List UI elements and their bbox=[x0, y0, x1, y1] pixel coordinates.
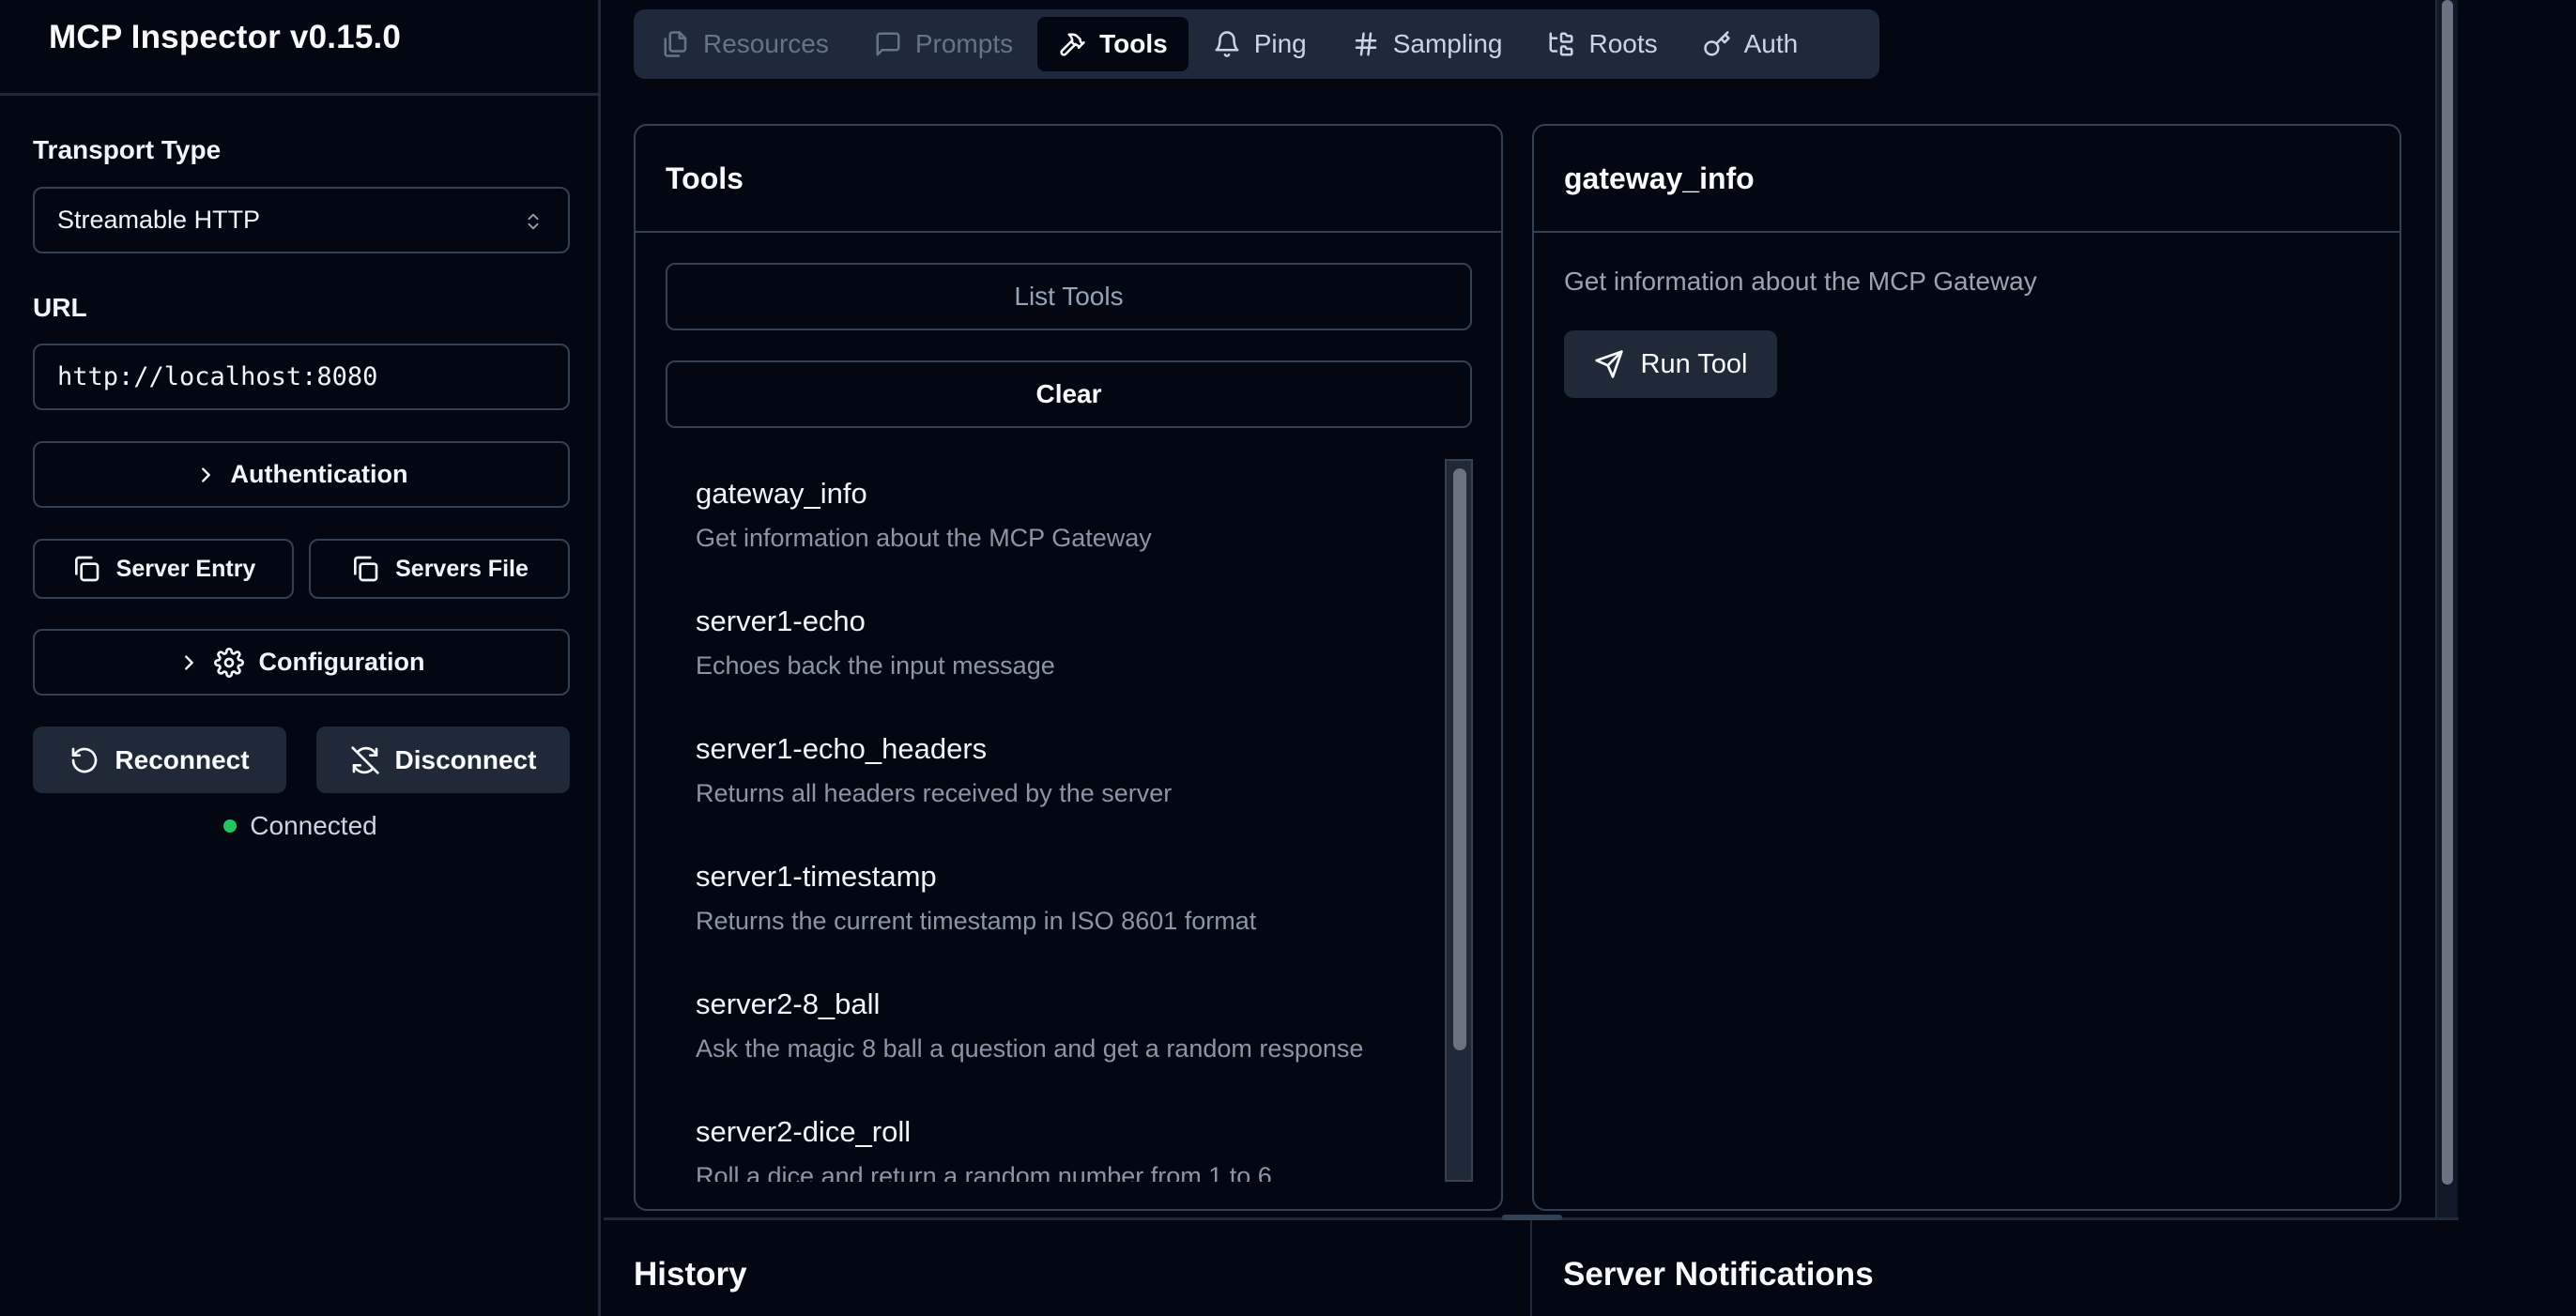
key-icon bbox=[1703, 30, 1731, 58]
rotate-ccw-icon bbox=[69, 745, 100, 775]
servers-file-button[interactable]: Servers File bbox=[309, 539, 570, 599]
bottom-divider bbox=[1530, 1220, 1532, 1316]
chevron-right-icon bbox=[178, 652, 199, 673]
server-entry-button[interactable]: Server Entry bbox=[33, 539, 294, 599]
list-item[interactable]: server2-8_ball Ask the magic 8 ball a qu… bbox=[696, 987, 1428, 1064]
server-entry-label: Server Entry bbox=[115, 555, 256, 582]
sidebar-divider bbox=[0, 93, 601, 96]
tool-name: server2-dice_roll bbox=[696, 1115, 912, 1148]
copy-icon bbox=[350, 554, 380, 584]
list-item[interactable]: server1-echo Echoes back the input messa… bbox=[696, 604, 1428, 681]
url-label: URL bbox=[33, 293, 87, 322]
hash-icon bbox=[1352, 30, 1380, 58]
tool-detail-panel: gateway_info Get information about the M… bbox=[1532, 124, 2401, 1211]
tab-sampling[interactable]: Sampling bbox=[1331, 17, 1524, 71]
tab-tools[interactable]: Tools bbox=[1037, 17, 1188, 71]
disconnect-button[interactable]: Disconnect bbox=[316, 727, 570, 793]
list-tools-button[interactable]: List Tools bbox=[666, 263, 1472, 330]
transport-type-select[interactable]: Streamable HTTP bbox=[33, 187, 570, 253]
connection-status: Connected bbox=[0, 811, 601, 841]
tool-name: server1-echo bbox=[696, 604, 866, 637]
message-square-icon bbox=[874, 30, 902, 58]
run-tool-label: Run Tool bbox=[1640, 348, 1748, 379]
tab-label: Roots bbox=[1588, 29, 1658, 58]
tool-name: server1-timestamp bbox=[696, 860, 937, 893]
transport-type-label: Transport Type bbox=[33, 135, 222, 164]
tab-bar: Resources Prompts Tools Ping Sampling Ro… bbox=[634, 9, 1879, 79]
transport-type-value: Streamable HTTP bbox=[57, 206, 261, 234]
tool-detail-title: gateway_info bbox=[1534, 126, 2400, 233]
copy-icon bbox=[71, 554, 101, 584]
send-icon bbox=[1594, 349, 1624, 379]
disconnect-label: Disconnect bbox=[394, 744, 537, 774]
tab-label: Sampling bbox=[1392, 29, 1503, 58]
files-icon bbox=[662, 30, 690, 58]
status-dot bbox=[223, 819, 238, 833]
tool-description: Roll a dice and return a random number f… bbox=[696, 1162, 1272, 1182]
tool-list-scrollbar[interactable] bbox=[1445, 459, 1473, 1182]
url-input[interactable]: http://localhost:8080 bbox=[33, 344, 570, 410]
tab-label: Tools bbox=[1099, 29, 1168, 58]
gear-icon bbox=[213, 647, 244, 678]
tab-label: Ping bbox=[1253, 29, 1307, 58]
tools-panel: Tools List Tools Clear gateway_info Get … bbox=[634, 124, 1503, 1211]
tab-ping[interactable]: Ping bbox=[1192, 17, 1327, 71]
list-item[interactable]: server2-dice_roll Roll a dice and return… bbox=[696, 1115, 1428, 1182]
tool-name: server2-8_ball bbox=[696, 987, 881, 1020]
clear-button[interactable]: Clear bbox=[666, 360, 1472, 428]
reconnect-label: Reconnect bbox=[115, 744, 250, 774]
list-item[interactable]: gateway_info Get information about the M… bbox=[696, 477, 1428, 553]
tool-name: gateway_info bbox=[696, 477, 867, 510]
configuration-button[interactable]: Configuration bbox=[33, 629, 570, 696]
refresh-cw-off-icon bbox=[350, 745, 380, 775]
tool-description: Echoes back the input message bbox=[696, 651, 1055, 680]
main-scrollbar[interactable] bbox=[2435, 0, 2458, 1217]
tool-list: gateway_info Get information about the M… bbox=[666, 459, 1473, 1182]
hammer-icon bbox=[1058, 30, 1086, 58]
tab-label: Prompts bbox=[914, 29, 1014, 58]
tab-roots[interactable]: Roots bbox=[1526, 17, 1678, 71]
list-item[interactable]: server1-echo_headers Returns all headers… bbox=[696, 732, 1428, 808]
run-tool-button[interactable]: Run Tool bbox=[1564, 330, 1777, 398]
reconnect-button[interactable]: Reconnect bbox=[33, 727, 286, 793]
server-notifications-title: Server Notifications bbox=[1563, 1256, 1874, 1293]
sidebar: MCP Inspector v0.15.0 Transport Type Str… bbox=[0, 0, 601, 1316]
scrollbar-thumb[interactable] bbox=[1453, 468, 1466, 1050]
bell-icon bbox=[1213, 30, 1241, 58]
status-text: Connected bbox=[250, 811, 377, 840]
tab-label: Resources bbox=[703, 29, 829, 58]
tab-label: Auth bbox=[1743, 29, 1799, 58]
servers-file-label: Servers File bbox=[395, 555, 529, 582]
tool-name: server1-echo_headers bbox=[696, 732, 988, 765]
configuration-label: Configuration bbox=[258, 648, 425, 676]
app-title: MCP Inspector v0.15.0 bbox=[49, 19, 402, 55]
list-item[interactable]: server1-timestamp Returns the current ti… bbox=[696, 860, 1428, 936]
history-title: History bbox=[634, 1256, 747, 1293]
tool-description: Returns all headers received by the serv… bbox=[696, 779, 1173, 807]
chevrons-up-down-icon bbox=[523, 209, 544, 234]
tab-resources[interactable]: Resources bbox=[641, 17, 850, 71]
authentication-label: Authentication bbox=[230, 460, 408, 488]
tool-description: Returns the current timestamp in ISO 860… bbox=[696, 907, 1257, 935]
scrollbar-thumb[interactable] bbox=[2442, 0, 2453, 1185]
tool-detail-description: Get information about the MCP Gateway bbox=[1564, 267, 2037, 296]
resize-handle[interactable] bbox=[1502, 1215, 1562, 1220]
tool-description: Ask the magic 8 ball a question and get … bbox=[696, 1034, 1364, 1063]
authentication-button[interactable]: Authentication bbox=[33, 441, 570, 508]
tool-description: Get information about the MCP Gateway bbox=[696, 524, 1152, 552]
folder-tree-icon bbox=[1547, 30, 1575, 58]
tab-auth[interactable]: Auth bbox=[1682, 17, 1819, 71]
chevron-right-icon bbox=[195, 465, 216, 485]
tools-panel-title: Tools bbox=[636, 126, 1501, 233]
tab-prompts[interactable]: Prompts bbox=[853, 17, 1034, 71]
